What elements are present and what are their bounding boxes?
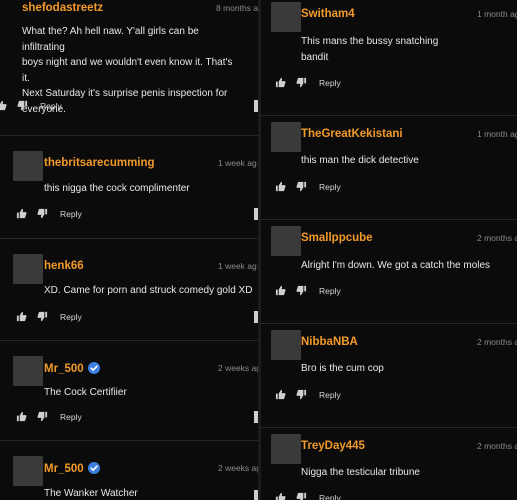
comment-actions: Reply xyxy=(275,389,341,400)
comment-item: NibbaNBA 2 months ag Bro is the cum cop Rep… xyxy=(261,323,517,428)
comment-text: this man the dick detective xyxy=(301,155,419,166)
user-avatar[interactable] xyxy=(271,330,301,360)
comment-actions: Reply xyxy=(275,77,341,88)
thumbs-down-icon[interactable] xyxy=(37,311,48,322)
comment-timestamp: 2 months ag xyxy=(477,337,517,347)
username-text[interactable]: TheGreatKekistani xyxy=(301,128,403,140)
comment-item: henk66 1 week ag XD. Came for porn and str… xyxy=(0,238,258,341)
comment-username[interactable]: NibbaNBA xyxy=(301,336,358,348)
comment-timestamp: 2 months ag xyxy=(477,233,517,243)
comment-text: The Wanker Watcher xyxy=(44,488,138,499)
thumbs-up-icon[interactable] xyxy=(16,208,27,219)
comment-actions: Reply xyxy=(16,208,82,219)
user-avatar[interactable] xyxy=(13,254,43,284)
comment-username[interactable]: Smallppcube xyxy=(301,232,373,244)
username-text[interactable]: Mr_500 xyxy=(44,463,84,475)
username-text[interactable]: TreyDay445 xyxy=(301,440,365,452)
reply-button[interactable]: Reply xyxy=(319,390,341,400)
comment-username[interactable]: Switham4 xyxy=(301,8,355,20)
comment-text: The Cock Certifiier xyxy=(44,387,127,398)
thumbs-up-icon[interactable] xyxy=(275,181,286,192)
thumbs-up-icon[interactable] xyxy=(275,389,286,400)
user-avatar[interactable] xyxy=(271,226,301,256)
username-text[interactable]: henk66 xyxy=(44,260,84,272)
thumbs-down-icon[interactable] xyxy=(17,100,28,111)
reply-button[interactable]: Reply xyxy=(319,182,341,192)
user-avatar[interactable] xyxy=(271,434,301,464)
verified-badge-icon xyxy=(87,462,100,474)
username-text[interactable]: shefodastreetz xyxy=(22,2,103,14)
user-avatar[interactable] xyxy=(13,151,43,181)
comment-timestamp: 8 months ag xyxy=(216,3,258,13)
thumbs-down-icon[interactable] xyxy=(37,411,48,422)
comment-timestamp: 1 week ag xyxy=(218,261,257,271)
comment-text: XD. Came for porn and struck comedy gold… xyxy=(44,285,253,296)
thumbs-up-icon[interactable] xyxy=(275,77,286,88)
comment-timestamp: 1 month ag xyxy=(477,9,517,19)
comment-actions: Reply xyxy=(275,492,341,500)
comment-actions: Reply xyxy=(16,311,82,322)
comment-item: Mr_500 2 weeks ag The Cock Certifiier Reply xyxy=(0,340,258,441)
reply-button[interactable]: Reply xyxy=(319,286,341,296)
thumbs-down-icon[interactable] xyxy=(296,181,307,192)
comment-timestamp: 2 weeks ag xyxy=(218,463,258,473)
verified-badge-icon xyxy=(87,362,100,374)
comment-text: this nigga the cock complimenter xyxy=(44,183,190,194)
thumbs-down-icon[interactable] xyxy=(296,77,307,88)
comment-item: Smallppcube 2 months ag Alright I'm down. … xyxy=(261,219,517,324)
comment-username[interactable]: henk66 xyxy=(44,260,84,272)
reply-button[interactable]: Reply xyxy=(60,412,82,422)
username-text[interactable]: Mr_500 xyxy=(44,363,84,375)
comment-actions: Reply xyxy=(16,411,82,422)
comment-item: thebritsarecumming 1 week ag this nigga th… xyxy=(0,135,258,239)
user-avatar[interactable] xyxy=(13,456,43,486)
comment-actions: Reply xyxy=(275,285,341,296)
comment-username[interactable]: thebritsarecumming xyxy=(44,157,155,169)
thumbs-up-icon[interactable] xyxy=(16,311,27,322)
comment-username[interactable]: Mr_500 xyxy=(44,462,100,475)
reply-button[interactable]: Reply xyxy=(40,101,62,111)
comment-actions: Reply xyxy=(275,181,341,192)
username-text[interactable]: NibbaNBA xyxy=(301,336,358,348)
comment-text: Nigga the testicular tribune xyxy=(301,467,420,478)
comment-timestamp: 1 month ag xyxy=(477,129,517,139)
comment-username[interactable]: Mr_500 xyxy=(44,362,100,375)
thumbs-up-icon[interactable] xyxy=(0,100,7,111)
reply-button[interactable]: Reply xyxy=(60,312,82,322)
comment-username[interactable]: TreyDay445 xyxy=(301,440,365,452)
user-avatar[interactable] xyxy=(271,2,301,32)
thumbs-up-icon[interactable] xyxy=(275,492,286,500)
thumbs-down-icon[interactable] xyxy=(296,492,307,500)
thumbs-down-icon[interactable] xyxy=(296,285,307,296)
username-text[interactable]: Smallppcube xyxy=(301,232,373,244)
user-avatar[interactable] xyxy=(271,122,301,152)
right-screenshot-panel: Switham4 1 month ag This mans the bussy sn… xyxy=(261,0,517,500)
thumbs-down-icon[interactable] xyxy=(37,208,48,219)
reply-button[interactable]: Reply xyxy=(319,78,341,88)
thumbs-up-icon[interactable] xyxy=(275,285,286,296)
comment-actions: Reply xyxy=(0,100,62,111)
thumbs-down-icon[interactable] xyxy=(296,389,307,400)
comment-text: This mans the bussy snatching bandit xyxy=(301,36,439,63)
comment-text: Alright I'm down. We got a catch the mol… xyxy=(301,260,491,271)
comment-item: Switham4 1 month ag This mans the bussy sn… xyxy=(261,0,517,116)
comment-item: Mr_500 2 weeks ag The Wanker Watcher xyxy=(0,440,258,500)
comment-timestamp: 2 weeks ag xyxy=(218,363,258,373)
thumbs-up-icon[interactable] xyxy=(16,411,27,422)
reply-button[interactable]: Reply xyxy=(60,209,82,219)
comment-username[interactable]: TheGreatKekistani xyxy=(301,128,403,140)
username-text[interactable]: Switham4 xyxy=(301,8,355,20)
comment-item: TheGreatKekistani 1 month ag this man the … xyxy=(261,115,517,220)
comment-timestamp: 1 week ag xyxy=(218,158,257,168)
comment-timestamp: 2 months ag xyxy=(477,441,517,451)
username-text[interactable]: thebritsarecumming xyxy=(44,157,155,169)
comment-text: Bro is the cum cop xyxy=(301,363,384,374)
user-avatar[interactable] xyxy=(13,356,43,386)
comment-item: TreyDay445 2 months ag Nigga the testicula… xyxy=(261,427,517,500)
comment-username[interactable]: shefodastreetz xyxy=(22,2,103,14)
comment-item: shefodastreetz8 months agWhat the? Ah he… xyxy=(0,0,258,136)
left-screenshot-panel: shefodastreetz8 months agWhat the? Ah he… xyxy=(0,0,258,500)
reply-button[interactable]: Reply xyxy=(319,493,341,500)
